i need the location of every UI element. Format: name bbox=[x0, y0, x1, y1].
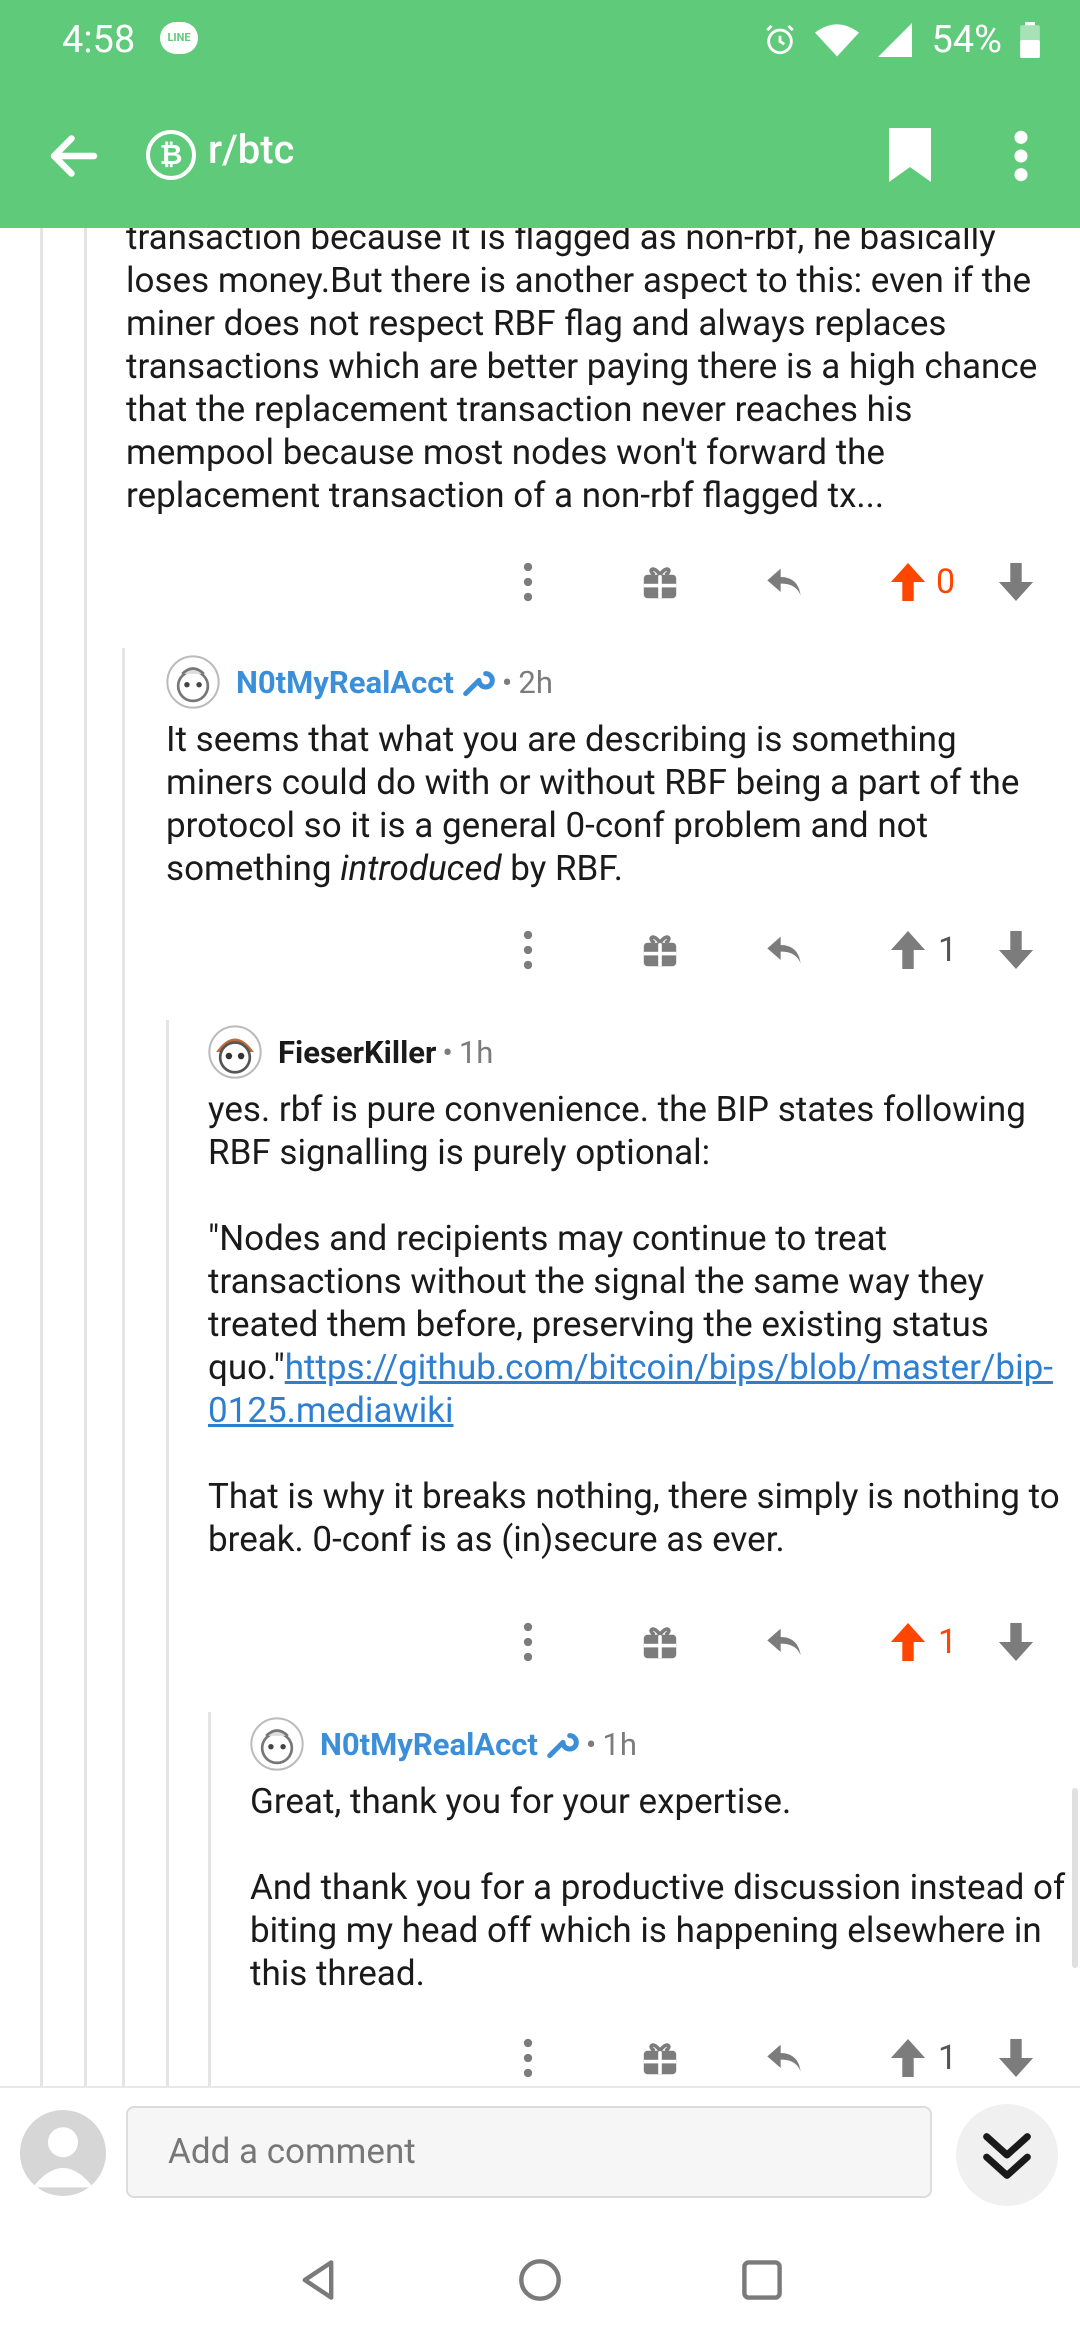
vote-count: 1 bbox=[938, 2038, 958, 2078]
status-time: 4:58 bbox=[62, 18, 136, 62]
more-options-icon[interactable] bbox=[522, 1612, 534, 1672]
gift-award-icon[interactable] bbox=[642, 920, 678, 980]
nav-back-icon[interactable] bbox=[296, 2258, 340, 2302]
upvote-icon[interactable] bbox=[890, 920, 926, 980]
comment-header: FieserKiller • 1h bbox=[208, 1022, 1068, 1082]
comment: N0tMyRealAcct • 1h Great, thank you for … bbox=[250, 1714, 1066, 1995]
comment: FieserKiller • 1h yes. rbf is pure conve… bbox=[208, 1022, 1068, 1561]
comment-actions: 1 bbox=[500, 2028, 1060, 2086]
comment-text: And thank you for a productive discussio… bbox=[250, 1867, 1066, 1994]
comment-body: It seems that what you are describing is… bbox=[166, 718, 1066, 890]
comment-header: N0tMyRealAcct • 2h bbox=[166, 652, 1066, 712]
gift-award-icon[interactable] bbox=[642, 2028, 678, 2086]
subreddit-title[interactable]: r/btc bbox=[208, 126, 294, 173]
vote-count: 1 bbox=[938, 1622, 958, 1662]
status-bar: 4:58 LINE 54% bbox=[0, 0, 1080, 82]
upvote-icon[interactable] bbox=[890, 552, 926, 612]
comment-text: That is why it breaks nothing, there sim… bbox=[208, 1476, 1060, 1560]
comment: transaction because it is flagged as non… bbox=[126, 228, 1066, 517]
wifi-icon bbox=[815, 24, 860, 57]
comment-text-italic: introduced bbox=[340, 848, 502, 889]
toolbar: ₿ r/btc bbox=[0, 100, 1080, 210]
comment-thread: transaction because it is flagged as non… bbox=[0, 228, 1080, 2086]
downvote-icon[interactable] bbox=[998, 1612, 1034, 1672]
thread-line-2[interactable] bbox=[84, 228, 87, 2086]
back-arrow-icon[interactable] bbox=[44, 126, 104, 186]
comment-separator: • bbox=[501, 663, 513, 701]
downvote-icon[interactable] bbox=[998, 552, 1034, 612]
downvote-icon[interactable] bbox=[998, 2028, 1034, 2086]
comment-separator: • bbox=[585, 1725, 597, 1763]
gift-award-icon[interactable] bbox=[642, 1612, 678, 1672]
username[interactable]: N0tMyRealAcct bbox=[236, 664, 454, 701]
line-notification-icon: LINE bbox=[160, 22, 198, 54]
upvote-icon[interactable] bbox=[890, 1612, 926, 1672]
alarm-icon bbox=[766, 24, 795, 55]
app-header: 4:58 LINE 54% ₿ r/btc bbox=[0, 0, 1080, 228]
battery-icon bbox=[1020, 22, 1040, 58]
comment-body: yes. rbf is pure convenience. the BIP st… bbox=[208, 1088, 1068, 1561]
signal-icon bbox=[878, 23, 913, 57]
avatar[interactable] bbox=[250, 1717, 304, 1771]
comment-body: Great, thank you for your expertise. And… bbox=[250, 1780, 1066, 1995]
avatar[interactable] bbox=[208, 1025, 262, 1079]
vote-count: 1 bbox=[938, 930, 958, 970]
thread-line-5[interactable] bbox=[208, 1712, 211, 2086]
mod-wrench-icon bbox=[463, 671, 495, 697]
thread-line-1[interactable] bbox=[40, 228, 43, 2086]
add-comment-input[interactable]: Add a comment bbox=[126, 2106, 932, 2198]
collapse-thread-button[interactable] bbox=[956, 2104, 1058, 2206]
comment-header: N0tMyRealAcct • 1h bbox=[250, 1714, 1066, 1774]
avatar[interactable] bbox=[166, 655, 220, 709]
subreddit-icon: ₿ bbox=[146, 130, 196, 180]
nav-recents-icon[interactable] bbox=[740, 2258, 784, 2302]
username[interactable]: N0tMyRealAcct bbox=[320, 1726, 538, 1763]
downvote-icon[interactable] bbox=[998, 920, 1034, 980]
system-nav-bar bbox=[0, 2216, 1080, 2340]
reply-icon[interactable] bbox=[764, 2028, 804, 2086]
bip-link[interactable]: https://github.com/bitcoin/bips/blob/mas… bbox=[208, 1347, 1053, 1431]
comment-text: yes. rbf is pure convenience. the BIP st… bbox=[208, 1089, 1026, 1173]
more-options-icon[interactable] bbox=[522, 552, 534, 612]
comment-text: by RBF. bbox=[501, 848, 623, 889]
double-chevron-down-icon bbox=[983, 2133, 1031, 2179]
bookmark-icon[interactable] bbox=[888, 128, 932, 182]
reply-icon[interactable] bbox=[764, 1612, 804, 1672]
comment-actions: 1 bbox=[500, 920, 1060, 980]
username[interactable]: FieserKiller bbox=[278, 1034, 436, 1071]
thread-line-3[interactable] bbox=[122, 648, 125, 2086]
comment-timestamp: 2h bbox=[518, 663, 553, 701]
user-avatar-icon[interactable] bbox=[20, 2110, 106, 2196]
comment-text: transaction because it is flagged as non… bbox=[126, 228, 1038, 516]
reply-icon[interactable] bbox=[764, 920, 804, 980]
thread-line-4[interactable] bbox=[166, 1020, 169, 2086]
comment-actions: 0 bbox=[500, 552, 1060, 612]
overflow-menu-icon[interactable] bbox=[1004, 128, 1038, 184]
comment-text: Great, thank you for your expertise. bbox=[250, 1781, 792, 1822]
upvote-icon[interactable] bbox=[890, 2028, 926, 2086]
comment-actions: 1 bbox=[500, 1612, 1060, 1672]
mod-wrench-icon bbox=[547, 1733, 579, 1759]
comment: N0tMyRealAcct • 2h It seems that what yo… bbox=[166, 652, 1066, 890]
more-options-icon[interactable] bbox=[522, 920, 534, 980]
battery-percent: 54% bbox=[931, 18, 1002, 62]
nav-home-icon[interactable] bbox=[518, 2258, 562, 2302]
more-options-icon[interactable] bbox=[522, 2028, 534, 2086]
comment-separator: • bbox=[442, 1033, 453, 1071]
comment-timestamp: 1h bbox=[458, 1033, 494, 1071]
comment-timestamp: 1h bbox=[602, 1725, 637, 1763]
scrollbar[interactable] bbox=[1072, 1788, 1078, 1968]
comment-body: transaction because it is flagged as non… bbox=[126, 228, 1066, 517]
reply-icon[interactable] bbox=[764, 552, 804, 612]
gift-award-icon[interactable] bbox=[642, 552, 678, 612]
comment-composer: Add a comment bbox=[0, 2086, 1080, 2218]
vote-count: 0 bbox=[936, 562, 956, 602]
